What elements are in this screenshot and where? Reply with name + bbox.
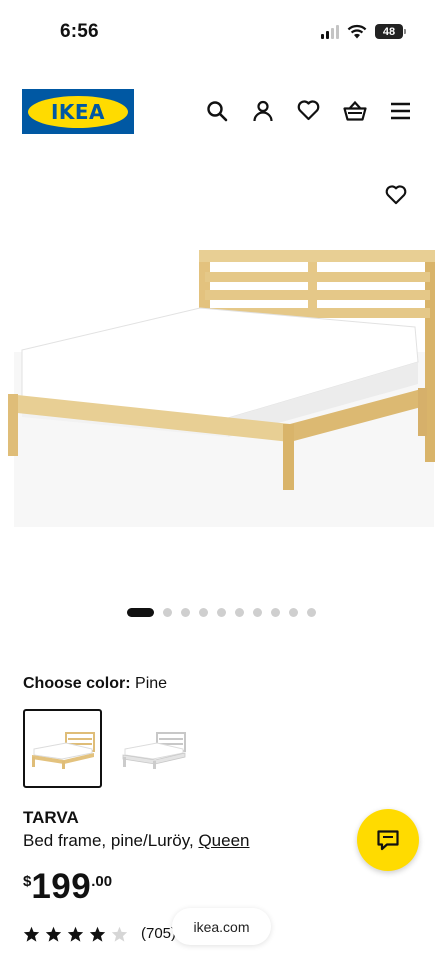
status-time: 6:56 [60,21,99,42]
carousel-dot[interactable] [181,608,190,617]
size-link[interactable]: Queen [198,831,249,850]
selected-color-value: Pine [135,675,168,692]
product-price: $ 199 .00 [23,868,112,906]
heart-icon[interactable] [296,98,321,123]
ikea-logo[interactable]: IKEA [22,89,134,134]
product-description: Bed frame, pine/Luröy, Queen [23,831,250,851]
status-icons: 48 [321,24,406,39]
swatch-pine[interactable] [23,709,102,788]
carousel-dot[interactable] [307,608,316,617]
logo-text: IKEA [50,99,106,124]
search-icon[interactable] [204,98,229,123]
site-header: IKEA [0,86,443,142]
carousel-dot[interactable] [163,608,172,617]
account-icon[interactable] [250,98,275,123]
price-currency: $ [23,873,32,890]
carousel-dot[interactable] [271,608,280,617]
star-empty-icon [111,926,128,942]
color-label-prefix: Choose color: [23,675,131,692]
chat-button[interactable] [357,809,419,871]
carousel-dot[interactable] [217,608,226,617]
price-whole: 199 [31,867,92,906]
product-name: TARVA [23,808,79,827]
product-rating[interactable]: (705) [23,925,176,942]
logo-oval: IKEA [28,95,128,128]
chat-icon [377,830,399,851]
browser-url-bar[interactable]: ikea.com [172,908,271,945]
cellular-signal-icon [321,24,339,39]
status-bar: 6:56 48 [0,0,443,64]
product-description-text: Bed frame, pine/Luröy, [23,831,199,850]
star-filled-icon [67,926,84,942]
heart-icon [385,185,407,205]
star-filled-icon [45,926,62,942]
add-to-favorites-button[interactable] [381,180,411,210]
carousel-dot[interactable] [253,608,262,617]
battery-icon: 48 [375,24,406,39]
wifi-icon [347,24,367,39]
star-filled-icon [89,926,106,942]
carousel-dot[interactable] [289,608,298,617]
shopping-basket-icon[interactable] [342,98,367,123]
carousel-dot[interactable] [235,608,244,617]
carousel-dot[interactable] [199,608,208,617]
color-swatches [23,709,193,788]
image-carousel-indicator [127,608,316,617]
price-cents: .00 [91,873,113,890]
rating-count: (705) [141,925,177,942]
menu-icon[interactable] [388,98,413,123]
color-selection-label: Choose color: Pine [23,675,167,693]
star-filled-icon [23,926,40,942]
product-image[interactable] [0,162,443,592]
carousel-dot[interactable] [127,608,154,617]
header-actions [204,98,413,123]
swatch-white[interactable] [114,709,193,788]
